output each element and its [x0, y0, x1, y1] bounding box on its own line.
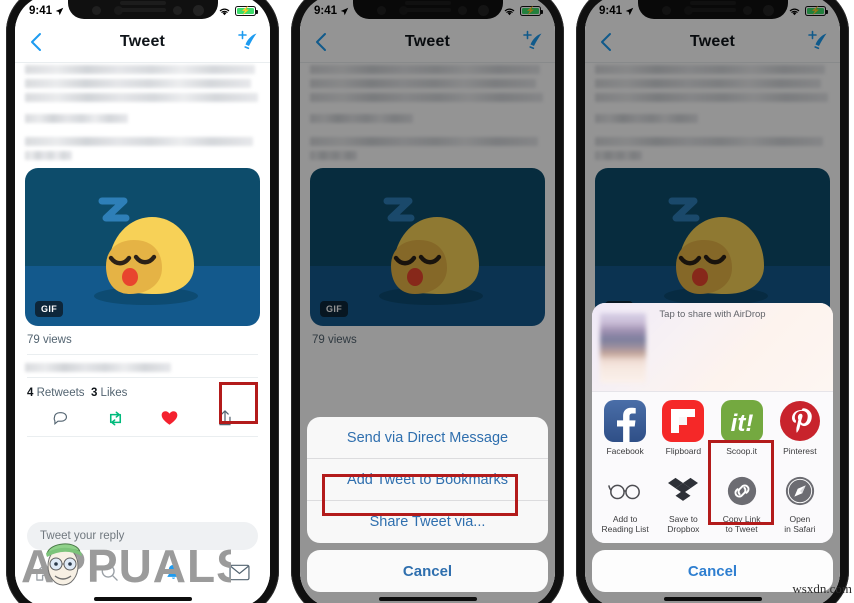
share-apps-row: Facebook Flipboard it! Scoop.it Pinteres… [592, 390, 833, 463]
share-app-label: Scoop.it [726, 445, 757, 456]
reply-input[interactable]: Tweet your reply [27, 522, 258, 550]
view-count: 79 views [27, 334, 72, 346]
status-right-group: ⚡ [218, 6, 258, 16]
label-line1: Save to [668, 513, 698, 524]
label-line2: in Safari [784, 523, 816, 534]
share-action-label: Save to Dropbox [667, 514, 699, 534]
share-action-dropbox[interactable]: Save to Dropbox [654, 473, 712, 534]
engagement-counts: 4 Retweets 3 Likes [15, 378, 270, 399]
label-line1: Open [789, 513, 811, 524]
status-time: 9:41 [29, 5, 53, 17]
reply-placeholder: Tweet your reply [40, 530, 125, 542]
back-button[interactable] [27, 31, 45, 53]
share-action-label: Copy Link to Tweet [723, 514, 761, 534]
three-phone-tutorial: 9:41 ⚡ Tweet GIF 79 views 4 Retweets 3 L… [0, 0, 854, 603]
svg-text:it!: it! [730, 410, 753, 437]
safari-icon [782, 473, 818, 509]
airdrop-section[interactable]: Tap to share with AirDrop [592, 302, 833, 391]
facebook-icon [604, 399, 647, 442]
share-app-label: Facebook [606, 445, 644, 456]
share-app-label: Flipboard [665, 445, 702, 456]
location-arrow-icon [55, 7, 64, 15]
like-icon[interactable] [161, 410, 178, 426]
nav-bar: Tweet [15, 22, 270, 62]
dropbox-icon [665, 473, 701, 509]
home-indicator [93, 597, 192, 601]
tweet-detail-content: GIF 79 views 4 Retweets 3 Likes Tweet yo… [15, 63, 270, 603]
phone-screen-3: 9:41 ⚡ Tweet Tap to share with AirDrop F… [570, 0, 854, 603]
label-line1: Add to [612, 513, 638, 524]
link-icon [724, 473, 760, 509]
bottom-tab-bar [15, 554, 270, 590]
search-icon[interactable] [100, 563, 119, 582]
share-action-open-safari[interactable]: Open in Safari [771, 473, 829, 534]
tweet-action-row [15, 399, 270, 427]
home-indicator [663, 597, 762, 601]
share-actions-row: Add to Reading List Save to Dropbox Copy… [592, 462, 833, 543]
action-share-tweet-via[interactable]: Share Tweet via... [307, 501, 548, 543]
phone-screen-1: 9:41 ⚡ Tweet GIF 79 views 4 Retweets 3 L… [0, 0, 285, 603]
reply-icon[interactable] [52, 410, 69, 427]
likes-count: 3 [90, 387, 98, 399]
retweets-label: Retweets [36, 387, 85, 399]
blurred-timestamp [15, 355, 270, 372]
retweets-count: 4 [27, 387, 34, 399]
blurred-tweet-text [15, 63, 270, 160]
gif-badge: GIF [35, 301, 64, 317]
share-app-label: Pinterest [783, 445, 817, 456]
share-app-facebook[interactable]: Facebook [596, 399, 654, 456]
ios-share-sheet: Tap to share with AirDrop Facebook Flipb… [592, 302, 833, 592]
label-line2: to Tweet [725, 523, 758, 534]
notch [67, 0, 218, 19]
compose-tweet-icon[interactable] [236, 30, 260, 54]
retweet-icon[interactable] [106, 410, 125, 427]
share-action-label: Add to Reading List [601, 514, 648, 534]
label-line2: Reading List [601, 523, 649, 534]
notifications-icon[interactable] [164, 563, 183, 582]
pinterest-icon [779, 400, 821, 442]
action-send-via-dm[interactable]: Send via Direct Message [307, 417, 548, 459]
sleeping-blob-illustration [93, 197, 198, 306]
label-line1: Copy Link [722, 513, 761, 524]
glasses-icon [607, 473, 643, 509]
wifi-icon [219, 8, 230, 16]
share-icon[interactable] [217, 409, 233, 427]
share-app-flipboard[interactable]: Flipboard [654, 399, 712, 456]
scoopit-icon: it! [720, 399, 763, 442]
action-sheet-cancel[interactable]: Cancel [307, 550, 548, 592]
share-action-copy-link[interactable]: Copy Link to Tweet [713, 473, 771, 534]
battery-icon: ⚡ [235, 6, 258, 16]
share-app-pinterest[interactable]: Pinterest [771, 400, 829, 456]
page-title: Tweet [119, 33, 166, 50]
site-watermark: wsxdn.com [792, 581, 852, 596]
label-line2: Dropbox [667, 523, 700, 534]
likes-label: Likes [100, 387, 128, 399]
messages-icon[interactable] [229, 564, 250, 581]
share-action-reading-list[interactable]: Add to Reading List [596, 473, 654, 534]
share-sheet-card: Tap to share with AirDrop Facebook Flipb… [592, 302, 833, 543]
phone-display: 9:41 ⚡ [585, 0, 840, 603]
phone-display: 9:41 ⚡ [300, 0, 555, 603]
home-icon[interactable] [35, 563, 54, 582]
reply-bar[interactable]: Tweet your reply [15, 522, 270, 550]
tweet-gif-media[interactable]: GIF [25, 168, 260, 326]
share-app-scoopit[interactable]: it! Scoop.it [713, 399, 771, 456]
share-action-label: Open in Safari [784, 514, 815, 534]
status-time-group: 9:41 [29, 5, 64, 17]
share-preview-thumbnail [600, 312, 646, 383]
phone-screen-2: 9:41 ⚡ Tweet GIF 79 views Send via Direc… [285, 0, 570, 603]
share-action-sheet: Send via Direct Message Add Tweet to Boo… [307, 417, 548, 592]
action-add-to-bookmarks[interactable]: Add Tweet to Bookmarks [307, 459, 548, 501]
action-sheet-options: Send via Direct Message Add Tweet to Boo… [307, 417, 548, 543]
phone-display: 9:41 ⚡ [15, 0, 270, 603]
flipboard-icon [662, 399, 705, 442]
home-indicator [378, 597, 477, 601]
